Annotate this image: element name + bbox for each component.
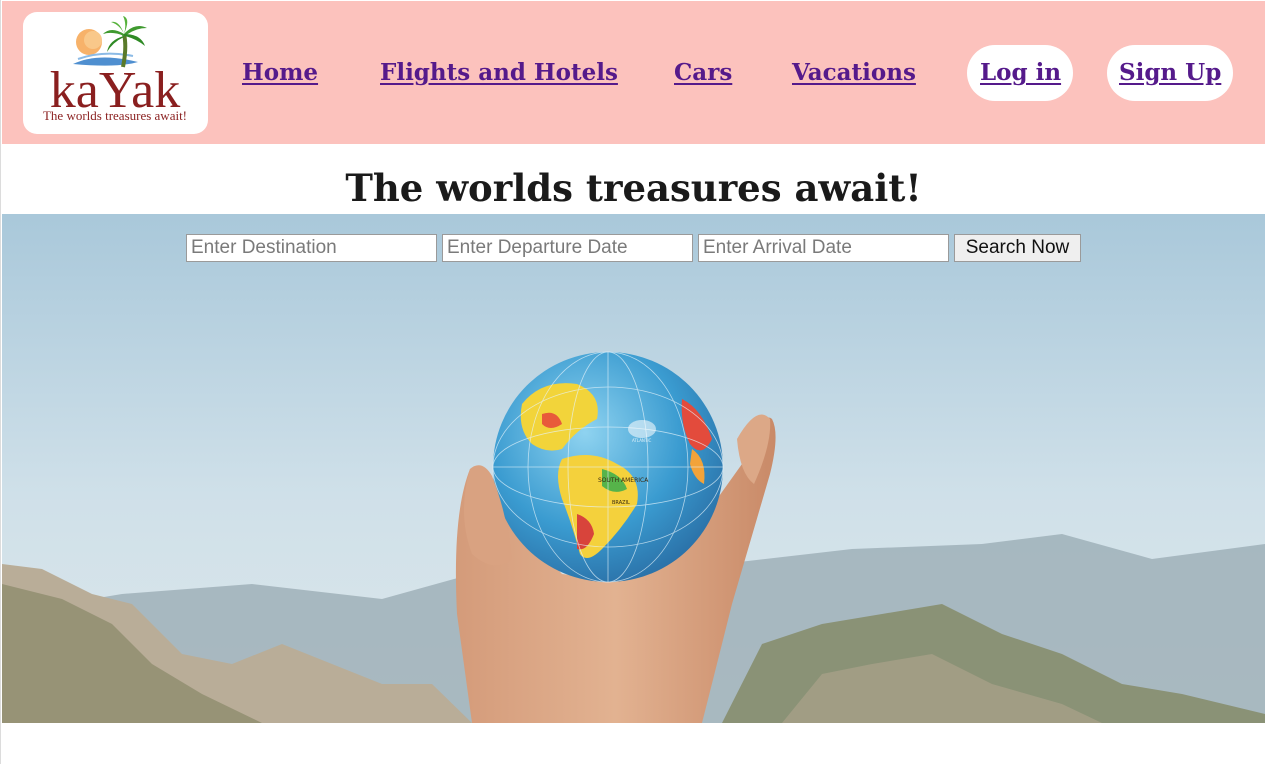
signup-pill[interactable]: Sign Up (1107, 45, 1233, 101)
globe-label-south-america: SOUTH AMERICA (598, 477, 649, 484)
login-link[interactable]: Log in (980, 56, 1061, 90)
globe-label-atlantic: ATLANTIC (632, 438, 652, 443)
arrival-date-input[interactable] (698, 234, 949, 262)
nav-link-flights-and-hotels[interactable]: Flights and Hotels (380, 56, 618, 90)
hero-illustration: SOUTH AMERICA BRAZIL ATLANTIC (2, 214, 1265, 723)
globe-label-brazil: BRAZIL (612, 500, 630, 506)
logo-graphic: kaYak The worlds treasures await! (43, 16, 187, 123)
page-title: The worlds treasures await! (345, 166, 922, 210)
logo-tagline: The worlds treasures await! (43, 108, 187, 123)
site-header: kaYak The worlds treasures await! Home F… (2, 1, 1265, 144)
destination-input[interactable] (186, 234, 437, 262)
login-pill[interactable]: Log in (967, 45, 1073, 101)
departure-date-input[interactable] (442, 234, 693, 262)
hero-image: SOUTH AMERICA BRAZIL ATLANTIC (2, 214, 1265, 723)
signup-link[interactable]: Sign Up (1119, 56, 1221, 90)
kayak-logo[interactable]: kaYak The worlds treasures await! (23, 12, 208, 134)
nav-link-home[interactable]: Home (242, 56, 318, 90)
nav-link-cars[interactable]: Cars (674, 56, 732, 90)
page: kaYak The worlds treasures await! Home F… (0, 0, 1265, 764)
search-now-button[interactable]: Search Now (954, 234, 1081, 262)
nav-link-vacations[interactable]: Vacations (792, 56, 916, 90)
